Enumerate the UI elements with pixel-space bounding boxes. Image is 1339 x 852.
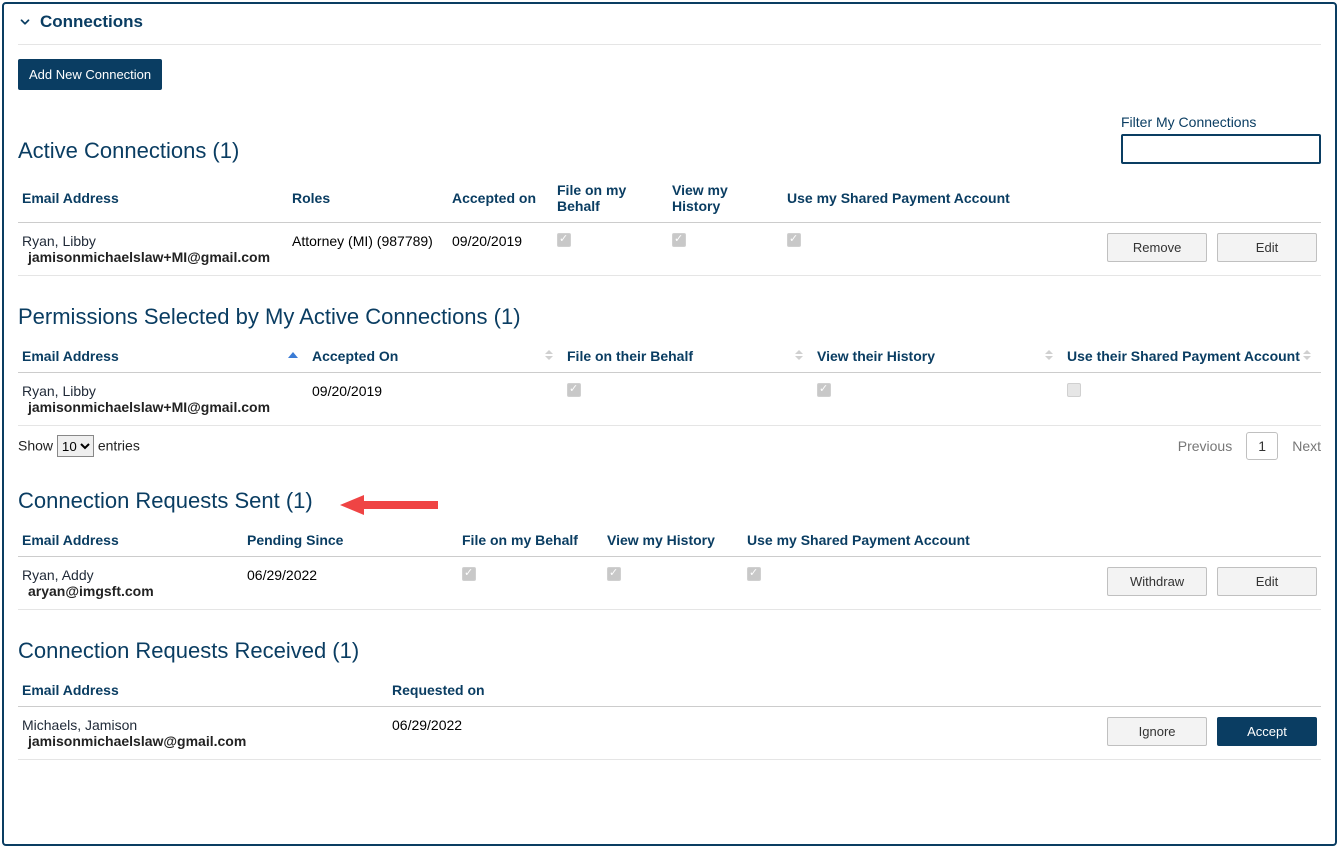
col-shared-payment[interactable]: Use my Shared Payment Account [783,174,1043,223]
col-shared-payment[interactable]: Use my Shared Payment Account [743,524,1038,557]
table-row: Ryan, Addy aryan@imgsft.com 06/29/2022 W… [18,557,1321,610]
active-connections-title: Active Connections (1) [18,138,239,164]
requests-received-table: Email Address Requested on Michaels, Jam… [18,674,1321,760]
table-header-row: Email Address Pending Since File on my B… [18,524,1321,557]
permissions-table: Email Address Accepted On File on their … [18,340,1321,426]
pager-previous[interactable]: Previous [1178,438,1232,454]
connections-panel: Connections Add New Connection Active Co… [2,2,1337,846]
col-actions [1038,524,1321,557]
col-file-behalf[interactable]: File on my Behalf [458,524,603,557]
row-name: Ryan, Addy [22,567,239,583]
col-file-behalf[interactable]: File on their Behalf [563,340,813,373]
col-email[interactable]: Email Address [18,174,288,223]
col-actions [1061,674,1321,707]
row-email: jamisonmichaelslaw+MI@gmail.com [28,249,284,265]
pager-next[interactable]: Next [1292,438,1321,454]
row-email: jamisonmichaelslaw@gmail.com [28,733,384,749]
col-email[interactable]: Email Address [18,524,243,557]
col-accepted-on[interactable]: Accepted On [308,340,563,373]
ignore-button[interactable]: Ignore [1107,717,1207,746]
checkbox-view-history [672,233,686,247]
col-email[interactable]: Email Address [18,340,308,373]
pager-page-1[interactable]: 1 [1246,432,1278,460]
show-label: Show [18,438,53,454]
row-pending: 06/29/2022 [243,557,458,610]
withdraw-button[interactable]: Withdraw [1107,567,1207,596]
col-view-history[interactable]: View their History [813,340,1063,373]
checkbox-shared-payment [787,233,801,247]
edit-button[interactable]: Edit [1217,233,1317,262]
col-pending-since[interactable]: Pending Since [243,524,458,557]
col-accepted-on[interactable]: Accepted on [448,174,553,223]
checkbox-file-behalf [567,383,581,397]
filter-connections-input[interactable] [1121,134,1321,164]
checkbox-file-behalf [462,567,476,581]
col-roles[interactable]: Roles [288,174,448,223]
row-email: jamisonmichaelslaw+MI@gmail.com [28,399,304,415]
permissions-title: Permissions Selected by My Active Connec… [18,304,1321,330]
edit-button[interactable]: Edit [1217,567,1317,596]
row-accepted: 09/20/2019 [448,223,553,276]
table-row: Ryan, Libby jamisonmichaelslaw+MI@gmail.… [18,373,1321,426]
col-view-history[interactable]: View my History [668,174,783,223]
row-accepted: 09/20/2019 [308,373,563,426]
row-email: aryan@imgsft.com [28,583,239,599]
table-header-row: Email Address Requested on [18,674,1321,707]
checkbox-shared-payment [1067,383,1081,397]
entries-label: entries [98,438,140,454]
checkbox-shared-payment [747,567,761,581]
checkbox-view-history [817,383,831,397]
chevron-down-icon [18,15,32,29]
filter-label: Filter My Connections [1121,114,1321,130]
panel-title: Connections [40,12,143,32]
table-header-row: Email Address Accepted On File on their … [18,340,1321,373]
row-name: Michaels, Jamison [22,717,384,733]
connections-header[interactable]: Connections [18,4,1321,45]
row-roles: Attorney (MI) (987789) [288,223,448,276]
add-new-connection-button[interactable]: Add New Connection [18,59,162,90]
row-name: Ryan, Libby [22,383,304,399]
col-actions [1043,174,1321,223]
table-row: Ryan, Libby jamisonmichaelslaw+MI@gmail.… [18,223,1321,276]
row-requested: 06/29/2022 [388,707,1061,760]
requests-sent-table: Email Address Pending Since File on my B… [18,524,1321,610]
remove-button[interactable]: Remove [1107,233,1207,262]
col-view-history[interactable]: View my History [603,524,743,557]
col-email[interactable]: Email Address [18,674,388,707]
col-requested-on[interactable]: Requested on [388,674,1061,707]
table-row: Michaels, Jamison jamisonmichaelslaw@gma… [18,707,1321,760]
col-file-behalf[interactable]: File on my Behalf [553,174,668,223]
active-connections-table: Email Address Roles Accepted on File on … [18,174,1321,276]
show-entries-select[interactable]: 10 [57,435,94,457]
requests-sent-title: Connection Requests Sent (1) [18,488,1321,514]
checkbox-file-behalf [557,233,571,247]
requests-received-title: Connection Requests Received (1) [18,638,1321,664]
table-header-row: Email Address Roles Accepted on File on … [18,174,1321,223]
checkbox-view-history [607,567,621,581]
row-name: Ryan, Libby [22,233,284,249]
annotation-arrow-icon [340,490,440,520]
col-shared-payment[interactable]: Use their Shared Payment Account [1063,340,1321,373]
accept-button[interactable]: Accept [1217,717,1317,746]
pager-row: Show 10 entries Previous 1 Next [18,432,1321,460]
